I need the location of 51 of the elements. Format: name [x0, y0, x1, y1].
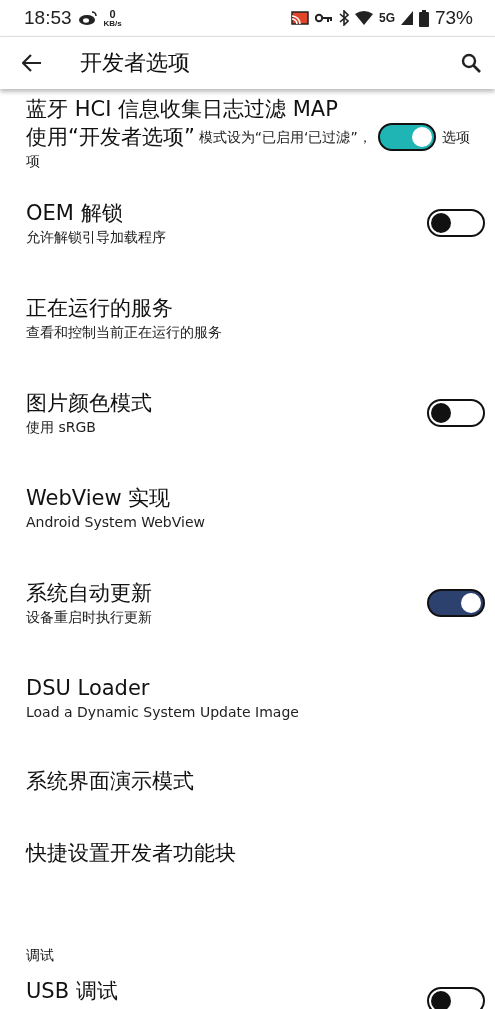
setting-title: 系统界面演示模式: [26, 768, 195, 795]
setting-item[interactable]: 系统界面演示模式: [0, 745, 495, 817]
setting-title: DSU Loader: [26, 674, 151, 702]
weibo-icon: [77, 10, 98, 26]
toggle-switch[interactable]: [427, 208, 485, 237]
key-icon: [314, 13, 333, 23]
clock: 18:53: [24, 7, 72, 29]
setting-title: 快捷设置开发者功能块: [26, 840, 237, 867]
category-header: 调试: [25, 946, 55, 965]
setting-item[interactable]: DSU Loader Load a Dynamic System Update Image: [0, 650, 495, 745]
back-arrow-icon: [22, 54, 42, 72]
toggle-switch[interactable]: [427, 987, 485, 1009]
setting-title: 正在运行的服务: [26, 294, 174, 322]
setting-item[interactable]: 正在运行的服务 查看和控制当前正在运行的服务: [0, 270, 495, 365]
toggle-switch[interactable]: [427, 398, 485, 427]
setting-summary: 使用 sRGB: [26, 417, 97, 437]
signal-icon: [400, 11, 413, 25]
setting-summary: Android System WebView: [26, 512, 206, 532]
setting-item[interactable]: OEM 解锁 允许解锁引导加载程序: [0, 175, 495, 270]
search-icon: [461, 53, 481, 73]
setting-title: 蓝牙 HCI 信息收集日志过滤 MAP: [26, 96, 339, 123]
net-speed-unit: KB/s: [103, 19, 122, 28]
setting-item[interactable]: WebView 实现 Android System WebView: [0, 460, 495, 555]
setting-summary-tail: 选项: [441, 128, 470, 147]
setting-title: WebView 实现: [26, 484, 172, 512]
setting-item[interactable]: 系统自动更新 设备重启时执行更新: [0, 555, 495, 650]
setting-summary: 模式设为“已启用‘已过滤”，: [198, 128, 372, 147]
setting-item[interactable]: 快捷设置开发者功能块: [0, 817, 495, 889]
setting-summary: 设备重启时执行更新: [26, 607, 153, 627]
battery-icon: [418, 9, 429, 27]
setting-title: USB 调试: [26, 978, 119, 1005]
setting-summary: Load a Dynamic System Update Image: [26, 702, 300, 722]
setting-summary: 查看和控制当前正在运行的服务: [26, 322, 223, 342]
toggle-switch[interactable]: [377, 123, 436, 151]
wifi-icon: [354, 11, 373, 25]
screen-title: 开发者选项: [80, 49, 191, 77]
setting-item[interactable]: USB 调试: [0, 977, 495, 1009]
setting-summary: 允许解锁引导加载程序: [26, 227, 167, 247]
setting-title: 图片颜色模式: [26, 389, 153, 417]
net-speed-value: 0: [109, 8, 116, 20]
network-type: 5G: [378, 11, 395, 25]
setting-item[interactable]: 图片颜色模式 使用 sRGB: [0, 365, 495, 460]
setting-summary-overlay: 使用“开发者选项”: [26, 124, 195, 151]
setting-summary: 项: [26, 152, 41, 171]
setting-title: OEM 解锁: [26, 199, 124, 227]
setting-title: 系统自动更新: [26, 579, 153, 607]
cast-icon: [290, 11, 309, 25]
battery-percent: 73%: [434, 7, 473, 29]
setting-item[interactable]: 蓝牙 HCI 信息收集日志过滤 MAP 使用“开发者选项” 模式设为“已启用‘已过滤”， 选项 项: [0, 95, 495, 175]
toggle-switch[interactable]: [427, 588, 485, 617]
bluetooth-icon: [338, 10, 349, 26]
